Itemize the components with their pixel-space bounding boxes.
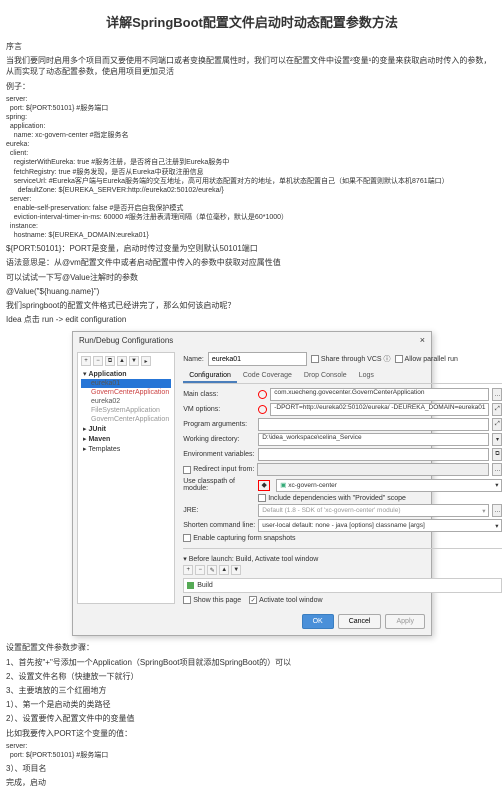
tab-configuration[interactable]: Configuration <box>183 370 237 383</box>
tree-node-templates[interactable]: ▸ Templates <box>81 444 171 454</box>
classpath-select[interactable]: ▣ xc-govern-center▾ <box>276 479 502 492</box>
code-block-2: server: port: ${PORT:50101} #服务端口 <box>6 742 498 760</box>
tab-bar: Configuration Code Coverage Drop Console… <box>183 370 502 384</box>
mainclass-input[interactable]: com.xuecheng.govecenter.GovernCenterAppl… <box>270 388 489 401</box>
mainclass-label: Main class: <box>183 391 255 398</box>
expand-progargs[interactable]: ⤢ <box>492 418 502 431</box>
close-icon[interactable]: × <box>420 335 425 345</box>
vm-label: VM options: <box>183 406 255 413</box>
tree-item-govern[interactable]: GovernCenterApplication <box>81 388 171 397</box>
shorten-label: Shorten command line: <box>183 522 255 529</box>
tree-node-maven[interactable]: ▸ Maven <box>81 434 171 444</box>
jre-select[interactable]: Default (1.8 - SDK of 'xc-govern-center'… <box>258 504 489 517</box>
dialog-buttons: OK Cancel Apply <box>73 608 431 635</box>
example-heading: 例子： <box>6 81 498 92</box>
down-button[interactable]: ▼ <box>129 356 139 366</box>
browse-mainclass[interactable]: … <box>492 388 502 401</box>
idea-instruction: Idea 点击 run -> edit configuration <box>6 314 498 325</box>
before-remove[interactable]: − <box>195 565 205 575</box>
red-circle-2 <box>258 405 267 414</box>
browse-jre[interactable]: … <box>492 504 502 517</box>
before-add[interactable]: + <box>183 565 193 575</box>
preface-heading: 序言 <box>6 41 498 52</box>
ok-button[interactable]: OK <box>302 614 334 629</box>
step-2: 2、设置文件名称（快捷放一下就行） <box>6 671 498 682</box>
step-3: 3、主要填放的三个红圈地方 <box>6 685 498 696</box>
copy-button[interactable]: ⧉ <box>105 356 115 366</box>
name-label: Name: <box>183 356 204 363</box>
workdir-label: Working directory: <box>183 436 255 443</box>
folder-button[interactable]: ▸ <box>141 356 151 366</box>
note: 比如我要传入PORT这个变量的值： <box>6 728 498 739</box>
tree-item-fs[interactable]: FileSystemApplication <box>81 406 171 415</box>
browse-env[interactable]: ⧉ <box>492 448 502 461</box>
allow-parallel-checkbox[interactable]: Allow parallel run <box>395 355 458 363</box>
build-task[interactable]: Build <box>183 578 502 593</box>
before-down[interactable]: ▼ <box>231 565 241 575</box>
share-checkbox[interactable]: Share through VCS ⓘ <box>311 354 391 364</box>
remove-button[interactable]: − <box>93 356 103 366</box>
preface-text: 当我们要同时启用多个项目而又要使用不同端口或者变换配置属性时，我们可以在配置文件… <box>6 55 498 77</box>
steps-heading: 设置配置文件参数步骤： <box>6 642 498 653</box>
tree-node-junit[interactable]: ▸ JUnit <box>81 424 171 434</box>
progargs-input[interactable] <box>258 418 489 431</box>
step-3-3: 3）、项目名 <box>6 763 498 774</box>
progargs-label: Program arguments: <box>183 421 255 428</box>
apply-button[interactable]: Apply <box>385 614 425 629</box>
question: 我们springboot的配置文件格式已经讲完了，那么如何该启动呢？ <box>6 300 498 311</box>
env-input[interactable] <box>258 448 489 461</box>
cancel-button[interactable]: Cancel <box>338 614 382 629</box>
step-3-2: 2）、设置要传入配置文件中的变量值 <box>6 713 498 724</box>
red-circle-1 <box>258 390 267 399</box>
run-debug-dialog: Run/Debug Configurations × + − ⧉ ▲ ▼ ▸ ▾… <box>72 331 432 636</box>
tree-item-govern2[interactable]: GovernCenterApplication <box>81 415 171 424</box>
tree-item-eureka01[interactable]: eureka01 <box>81 379 171 388</box>
shorten-select[interactable]: user-local default: none - java [options… <box>258 519 502 532</box>
module-icon: ▣ <box>280 481 286 489</box>
vm-input[interactable]: -DPORT=http://eureka02:50102/eureka/ -DE… <box>270 403 489 416</box>
before-up[interactable]: ▲ <box>219 565 229 575</box>
redirect-input <box>257 463 489 476</box>
config-tree[interactable]: + − ⧉ ▲ ▼ ▸ ▾ Application eureka01 Gover… <box>77 352 175 604</box>
up-button[interactable]: ▲ <box>117 356 127 366</box>
redirect-checkbox[interactable]: Redirect input from: <box>183 466 254 474</box>
tree-toolbar: + − ⧉ ▲ ▼ ▸ <box>81 356 171 366</box>
tab-code-coverage[interactable]: Code Coverage <box>237 370 298 383</box>
dialog-title-bar: Run/Debug Configurations × <box>73 332 431 348</box>
step-1: 1、首先按"+"号添加一个Application（SpringBoot项目就添加… <box>6 657 498 668</box>
browse-workdir[interactable]: ▾ <box>492 433 502 446</box>
workdir-input[interactable]: D:\idea_workspace\celina_Service <box>258 433 489 446</box>
include-deps-checkbox[interactable]: Include dependencies with "Provided" sco… <box>258 494 406 502</box>
explain-2: 语法意思是：从@vm配置文件中或者启动配置中传入的参数中获取对应属性值 <box>6 257 498 268</box>
jre-label: JRE: <box>183 507 255 514</box>
explain-1: ${PORT:50101}：PORT是变量，启动时传过变量为空则默认50101端… <box>6 243 498 254</box>
code-block-1: server: port: ${PORT:50101} #服务端口 spring… <box>6 95 498 241</box>
explain-3: 可以试试一下写@Value注解时的参数 <box>6 272 498 283</box>
expand-vm[interactable]: ⤢ <box>492 403 502 416</box>
tab-logs[interactable]: Logs <box>353 370 380 383</box>
env-label: Environment variables: <box>183 451 255 458</box>
build-icon <box>187 582 194 589</box>
tree-node-application[interactable]: ▾ Application <box>81 369 171 379</box>
main-panel: Name: Share through VCS ⓘ Allow parallel… <box>179 348 504 608</box>
explain-4: @Value("${huang.name}") <box>6 286 498 297</box>
dialog-title: Run/Debug Configurations <box>79 336 173 345</box>
browse-redirect[interactable]: … <box>492 463 502 476</box>
tree-item-eureka02[interactable]: eureka02 <box>81 397 171 406</box>
show-page-checkbox[interactable]: Show this page <box>183 596 241 604</box>
classpath-label: Use classpath of module: <box>183 478 255 492</box>
tab-drop-console[interactable]: Drop Console <box>298 370 353 383</box>
done: 完成，启动 <box>6 777 498 788</box>
enable-capture-checkbox[interactable]: Enable capturing form snapshots <box>183 534 295 542</box>
page-title: 详解SpringBoot配置文件启动时动态配置参数方法 <box>6 12 498 31</box>
activate-checkbox[interactable]: ✓Activate tool window <box>249 596 322 604</box>
before-edit[interactable]: ✎ <box>207 565 217 575</box>
name-input[interactable] <box>208 352 307 366</box>
red-square: ◆ <box>258 480 270 491</box>
add-button[interactable]: + <box>81 356 91 366</box>
before-launch-label: ▾ Before launch: Build, Activate tool wi… <box>183 555 502 563</box>
step-3-1: 1）、第一个是启动类的类路径 <box>6 699 498 710</box>
